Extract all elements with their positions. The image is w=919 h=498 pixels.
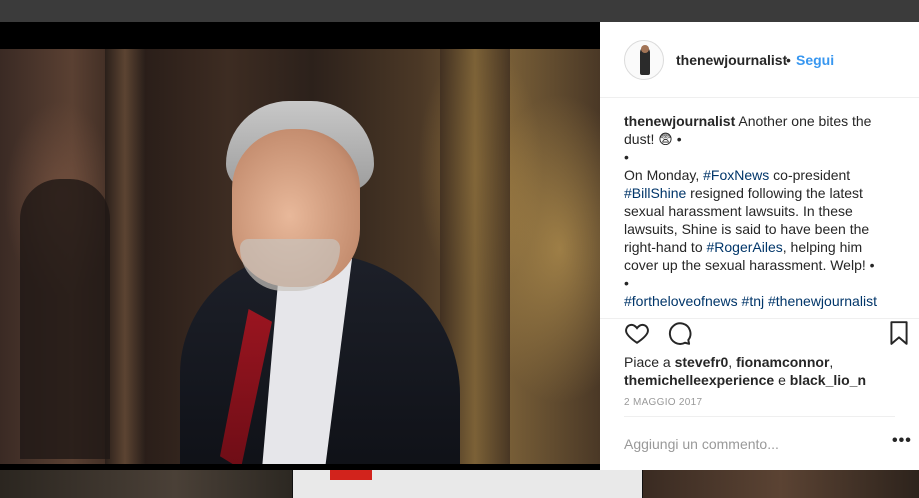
likes-comma: , [829,354,834,370]
avatar[interactable] [624,40,664,80]
background-pillar [105,49,145,464]
avatar-face [641,45,649,53]
liker-username[interactable]: black_lio_n [790,372,866,388]
background-person [20,179,110,459]
post-caption: thenewjournalist Another one bites the d… [624,112,894,310]
actions-divider [600,318,919,319]
comment-input[interactable]: Aggiungi un commento... [624,436,779,452]
post-date[interactable]: 2 MAGGIO 2017 [624,397,702,408]
likes-summary: Piace a stevefr0, fionamconnor, themichel… [624,353,904,389]
hashtag-thenewjournalist[interactable]: #thenewjournalist [768,293,877,309]
caption-line: On Monday, #FoxNews co-president #BillSh… [624,166,894,274]
header-separator: • [786,52,791,68]
post-photo [0,49,600,464]
caption-line: • [624,275,629,291]
liker-username[interactable]: stevefr0 [675,354,729,370]
more-options-icon[interactable]: ••• [892,432,912,450]
post-side-panel: thenewjournalist • Segui thenewjournalis… [600,22,919,470]
post-header: thenewjournalist • Segui [600,22,919,98]
heart-icon[interactable] [624,320,650,346]
caption-text: co-president [769,167,851,183]
header-username[interactable]: thenewjournalist [676,52,787,68]
likes-prefix: Piace a [624,354,675,370]
liker-username[interactable]: fionamconnor [736,354,829,370]
caption-author[interactable]: thenewjournalist [624,113,735,129]
hashtag-rogerailes[interactable]: #RogerAiles [707,239,783,255]
caption-text: On Monday, [624,167,704,183]
caption-line: • [624,149,629,165]
caption-line: thenewjournalist Another one bites the d… [624,112,894,148]
caption-hashtags: #fortheloveofnews #tnj #thenewjournalist [624,292,894,310]
hashtag-fortheloveofnews[interactable]: #fortheloveofnews [624,293,738,309]
hashtag-tnj[interactable]: #tnj [742,293,765,309]
feed-thumbnail [293,470,642,498]
top-bar [0,0,919,22]
follow-button[interactable]: Segui [796,52,834,68]
likes-and: e [774,372,790,388]
background-feed-strip [0,470,919,498]
feed-thumbnail [643,470,919,498]
comment-icon[interactable] [666,320,692,346]
post-media[interactable] [0,22,600,470]
bookmark-icon[interactable] [888,320,910,346]
feed-thumbnail [0,470,292,498]
comment-divider [624,416,895,417]
hashtag-billshine[interactable]: #BillShine [624,185,686,201]
likes-comma: , [728,354,737,370]
hashtag-foxnews[interactable]: #FoxNews [703,167,769,183]
liker-username[interactable]: themichelleexperience [624,372,774,388]
thumbnail-red-block [330,470,372,480]
